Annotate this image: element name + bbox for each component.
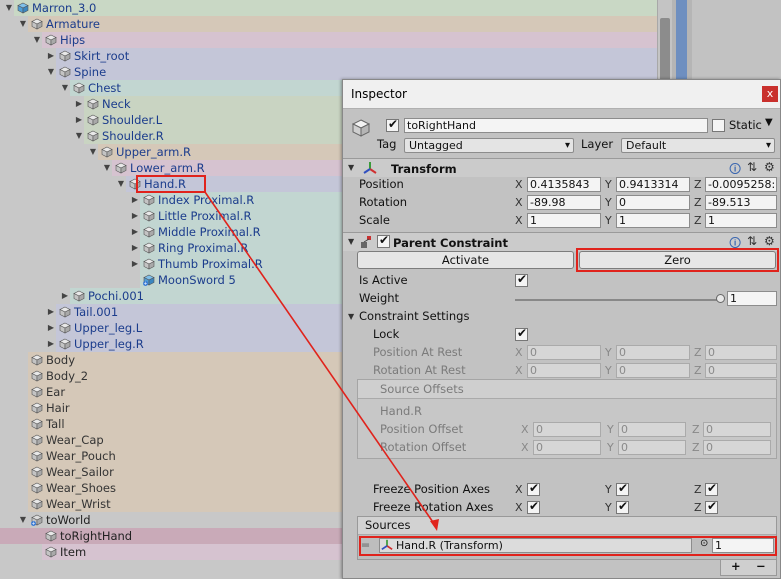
annotation-arrow: [204, 191, 439, 531]
